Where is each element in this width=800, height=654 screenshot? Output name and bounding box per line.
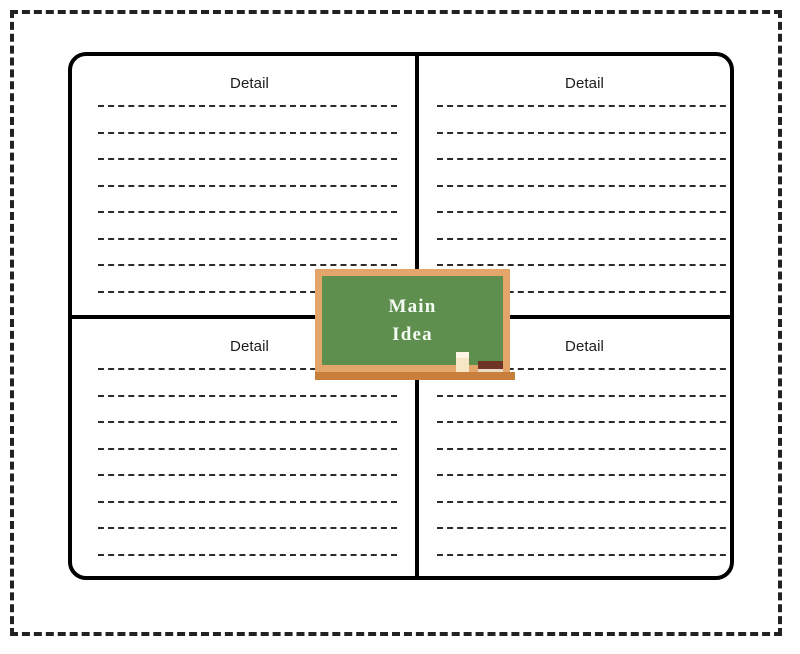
writing-line[interactable] [437,158,730,160]
quadrant-label-top-right: Detail [565,75,604,92]
writing-line[interactable] [98,527,397,529]
writing-line[interactable] [437,211,730,213]
chalk-tip-icon [456,352,469,358]
writing-line[interactable] [437,553,730,556]
writing-line[interactable] [98,500,397,503]
writing-line[interactable] [98,131,397,134]
writing-line[interactable] [98,237,397,240]
writing-line[interactable] [98,158,397,160]
writing-lines-bottom-left[interactable] [72,368,415,556]
writing-line[interactable] [98,394,397,397]
writing-line[interactable] [98,105,397,107]
writing-line[interactable] [98,553,397,556]
writing-lines-top-left[interactable] [72,105,415,293]
writing-line[interactable] [437,447,730,450]
writing-line[interactable] [98,447,397,450]
writing-line[interactable] [98,474,397,476]
writing-line[interactable] [437,500,730,503]
main-idea-text: Main Idea [315,269,510,372]
quadrant-label-top-left: Detail [230,75,269,92]
page-root: Detail Detail Detail Detail Main Idea [0,0,800,654]
writing-line[interactable] [437,105,730,107]
writing-line[interactable] [98,211,397,213]
writing-lines-top-right[interactable] [419,105,730,293]
main-idea-line-1: Main [388,295,437,317]
writing-line[interactable] [437,131,730,134]
writing-line[interactable] [437,264,730,266]
writing-line[interactable] [437,394,730,397]
writing-line[interactable] [437,527,730,529]
writing-line[interactable] [437,474,730,476]
chalkboard-ledge [315,372,515,380]
writing-line[interactable] [437,237,730,240]
writing-line[interactable] [98,421,397,423]
writing-line[interactable] [98,264,397,266]
writing-line[interactable] [437,184,730,187]
writing-line[interactable] [98,184,397,187]
writing-lines-bottom-right[interactable] [419,368,730,556]
main-idea-line-2: Idea [392,323,433,345]
writing-line[interactable] [437,421,730,423]
chalkboard-icon[interactable]: Main Idea [315,269,515,382]
